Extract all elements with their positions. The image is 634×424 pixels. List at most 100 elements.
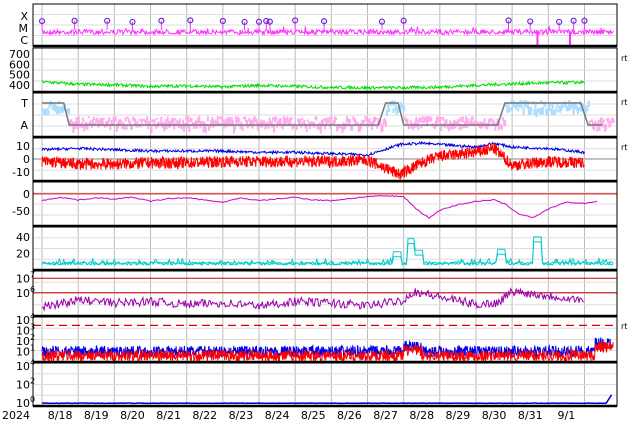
sector-dot (273, 124, 276, 133)
sector-dot (87, 116, 90, 119)
sector-dot (385, 109, 388, 117)
sector-dot (419, 117, 422, 123)
aux-tick: 40 (16, 231, 30, 244)
sector-dot (356, 122, 359, 125)
sector-dot (275, 116, 278, 121)
sector-dot (471, 116, 474, 121)
sector-dot (218, 116, 221, 120)
sector-dot (538, 107, 541, 116)
sector-dot (330, 116, 333, 120)
sector-dot (500, 124, 503, 131)
sector-dot (125, 125, 128, 130)
flare-tick-C: C (20, 34, 28, 47)
sector-tick-T: T (20, 97, 28, 110)
sector-dot (306, 119, 309, 122)
sector-dot (173, 122, 176, 130)
proton-tick-exp: 3 (30, 323, 35, 332)
sector-dot (556, 103, 559, 108)
x-tick-label: 8/20 (120, 409, 145, 422)
sector-dot (530, 106, 533, 114)
sector-dot (562, 104, 565, 108)
sector-dot (590, 119, 593, 122)
solar-wind-speed-line (41, 79, 585, 91)
sector-dot (126, 116, 129, 119)
sector-dot (505, 104, 508, 108)
sector-dot (533, 109, 536, 116)
sector-dot (319, 125, 322, 134)
x-tick-label: 8/27 (373, 409, 398, 422)
sector-dot (430, 116, 433, 122)
sector-dot (517, 107, 520, 112)
sector-dot (165, 123, 168, 130)
sector-dot (351, 125, 354, 131)
aux-tick: 20 (16, 247, 30, 260)
sector-dot (75, 116, 78, 125)
sector-dot (597, 119, 600, 125)
sector-dot (323, 118, 326, 122)
sector-dot (359, 122, 362, 130)
proton-tick-exp: 4 (30, 312, 35, 321)
sector-dot (329, 122, 332, 130)
sector-dot (459, 117, 462, 122)
sector-dot (134, 118, 137, 126)
imf-tick: 0 (23, 153, 30, 166)
sector-dot (172, 118, 175, 124)
sector-dot (174, 117, 177, 121)
sector-dot (124, 117, 127, 122)
sector-dot (518, 103, 521, 108)
x-tick-label: 8/26 (337, 409, 362, 422)
speed-tick: 400 (9, 79, 30, 92)
sector-dot (544, 103, 547, 108)
sector-dot (68, 108, 71, 115)
x-tick-label: 8/28 (409, 409, 434, 422)
high-energy-tick-exp: 2 (30, 377, 35, 386)
x-tick-label: 8/23 (229, 409, 254, 422)
sector-dot (315, 116, 318, 121)
imf-right-label: rt (621, 143, 627, 152)
sector-dot (447, 125, 450, 132)
sector-dot (439, 116, 442, 125)
x-tick-label: 8/30 (482, 409, 507, 422)
sector-dot (602, 119, 605, 122)
high-energy-tick: 10 (16, 379, 30, 392)
sector-dot (301, 117, 304, 121)
sector-dot (520, 104, 523, 109)
dst-tick: 0 (23, 188, 30, 201)
sector-dot (596, 124, 599, 132)
sector-dot (384, 120, 387, 127)
space-weather-chart: 2024 8/18 8/19 8/20 8/21 8/22 8/23 8/24 8/25 8/26… (2, 3, 627, 422)
sector-dot (490, 117, 493, 121)
sector-right-label: rt (621, 98, 627, 107)
sector-dot (102, 117, 105, 120)
sector-dot (363, 119, 366, 123)
sector-dot (83, 124, 86, 132)
sector-dot (234, 125, 237, 131)
sector-dot (305, 125, 308, 133)
sector-dot (109, 125, 112, 131)
sector-dot (47, 109, 50, 115)
sector-dot (86, 122, 89, 130)
label-layer: 2024 8/18 8/19 8/20 8/21 8/22 8/23 8/24 8/25 8/26… (2, 10, 627, 422)
proton-tick-exp: 1 (30, 344, 35, 353)
sector-dot (130, 125, 133, 130)
sector-dot (108, 116, 111, 122)
sector-dot (349, 119, 352, 123)
sector-dot (467, 118, 470, 122)
sector-dot (149, 120, 152, 123)
sector-dot (235, 116, 238, 124)
sector-dot (612, 118, 615, 124)
sector-dot (290, 117, 293, 120)
sector-dot (585, 105, 588, 112)
sector-dot (185, 116, 188, 121)
sector-dot (498, 123, 501, 126)
sector-dot (557, 109, 560, 113)
x-tick-label: 8/21 (156, 409, 181, 422)
high-energy-tick-exp: 4 (30, 358, 35, 367)
electron-tick-exp: 7 (30, 270, 35, 279)
flare-xray-line (41, 25, 614, 37)
sector-tick-A: A (20, 119, 28, 132)
x-tick-label: 8/29 (446, 409, 471, 422)
high-energy-tick-exp: 0 (30, 395, 35, 404)
sector-dot (267, 125, 270, 130)
sector-dot (403, 105, 406, 112)
